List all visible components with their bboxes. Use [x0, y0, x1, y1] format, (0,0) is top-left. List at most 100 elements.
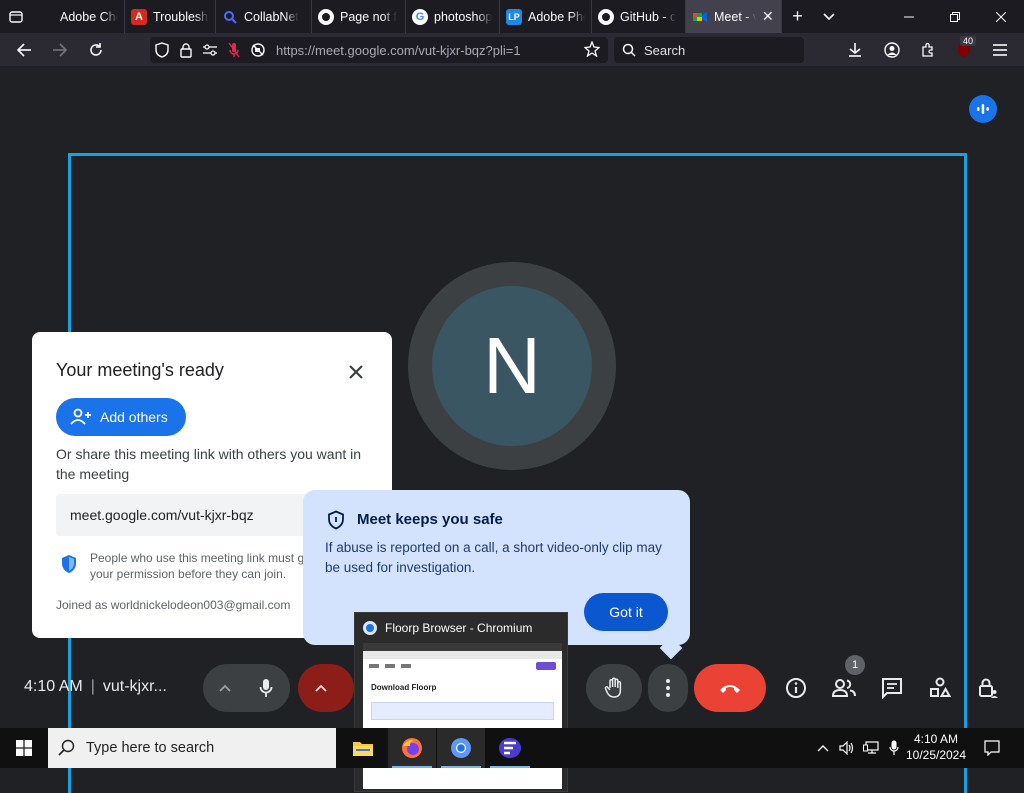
account-button[interactable]: [875, 33, 909, 66]
google-icon: G: [412, 8, 428, 25]
taskbar-search-box[interactable]: Type here to search: [48, 728, 336, 768]
tab-github[interactable]: GitHub - c: [592, 0, 686, 33]
more-options-button[interactable]: [648, 666, 688, 710]
thumb-heading: Download Floorp: [371, 683, 437, 692]
microphone-muted-icon[interactable]: [222, 37, 246, 63]
hand-icon: [604, 677, 622, 698]
tab-collabnet[interactable]: CollabNet: [216, 0, 312, 33]
microphone-in-use-button[interactable]: [884, 728, 904, 768]
show-hidden-icons-button[interactable]: [812, 728, 834, 768]
add-others-label: Add others: [100, 409, 168, 425]
host-controls-button[interactable]: [974, 674, 1002, 702]
taskbar-clock[interactable]: 4:10 AM 10/25/2024: [904, 731, 968, 763]
permissions-icon[interactable]: [198, 37, 222, 63]
people-count-badge: 1: [845, 655, 865, 675]
popup-body: If abuse is reported on a call, a short …: [325, 540, 662, 575]
arrow-right-icon: [53, 42, 68, 57]
close-tab-icon[interactable]: ✕: [762, 8, 774, 25]
speaker-icon: [839, 741, 854, 755]
shield-icon: [62, 555, 76, 573]
forward-button[interactable]: [42, 33, 78, 66]
meeting-time: 4:10 AM: [24, 678, 83, 695]
thumb-addressbar: [363, 651, 562, 659]
firefox-view-icon: [38, 9, 54, 25]
volume-button[interactable]: [836, 728, 858, 768]
minimize-button[interactable]: [886, 0, 932, 33]
notifications-button[interactable]: [976, 728, 1008, 768]
restore-button[interactable]: [932, 0, 978, 33]
search-placeholder: Search: [644, 42, 686, 58]
info-icon: [786, 678, 806, 698]
chevron-down-icon: [822, 12, 835, 20]
floorp-icon: [499, 738, 521, 758]
tab-meet[interactable]: Meet - v ✕: [686, 0, 782, 33]
menu-button[interactable]: [983, 33, 1017, 66]
tab-troubleshoot[interactable]: A Troublesho: [125, 0, 216, 33]
camera-blocked-icon[interactable]: [246, 37, 270, 63]
taskbar-search-placeholder: Type here to search: [86, 740, 215, 756]
thumb-notice-box: [371, 702, 554, 720]
search-bar[interactable]: Search: [614, 37, 804, 63]
clock-date: 10/25/2024: [905, 748, 967, 762]
lock-icon[interactable]: [174, 37, 198, 63]
dialog-title: Your meeting's ready: [56, 360, 224, 380]
meet-stage: N Your meeting's ready Add others Or sha…: [0, 66, 1024, 793]
hamburger-icon: [993, 43, 1007, 56]
floorp-app[interactable]: [486, 728, 534, 768]
take-notes-button[interactable]: [969, 95, 997, 123]
raise-hand-button[interactable]: [594, 666, 634, 710]
shield-outline-icon: [328, 510, 344, 530]
lock-person-icon: [979, 678, 998, 698]
network-button[interactable]: [860, 728, 882, 768]
new-tab-button[interactable]: +: [782, 0, 813, 33]
firefox-icon: [402, 738, 422, 758]
chromium-icon: [451, 738, 471, 758]
audio-options-button[interactable]: [205, 666, 245, 710]
joined-as-text: Joined as worldnickelodeon003@gmail.com: [56, 598, 291, 612]
firefox-app[interactable]: [388, 728, 436, 768]
start-button[interactable]: [0, 728, 48, 768]
back-button[interactable]: [6, 33, 42, 66]
hang-up-icon: [720, 685, 740, 693]
bookmark-star-icon[interactable]: [583, 40, 601, 62]
tab-page-not-found[interactable]: Page not f: [312, 0, 406, 33]
account-icon: [884, 41, 900, 58]
chromium-app[interactable]: [437, 728, 485, 768]
got-it-label: Got it: [609, 604, 643, 620]
search-icon: [222, 9, 238, 25]
meet-icon: [692, 9, 708, 25]
url-bar[interactable]: https://meet.google.com/vut-kjxr-bqz?pli…: [150, 37, 608, 63]
chat-icon: [882, 678, 902, 699]
add-others-button[interactable]: Add others: [56, 398, 186, 436]
ublock-extension-button[interactable]: 40: [947, 33, 981, 66]
chat-button[interactable]: [878, 674, 906, 702]
close-window-button[interactable]: [978, 0, 1024, 33]
tracking-protection-icon[interactable]: [150, 37, 174, 63]
tab-photoshop[interactable]: G photoshop: [406, 0, 500, 33]
close-dialog-button[interactable]: [344, 360, 368, 384]
leave-call-button[interactable]: [694, 664, 766, 712]
got-it-button[interactable]: Got it: [584, 593, 668, 631]
lp-icon: LP: [506, 8, 522, 25]
chevron-up-icon: [315, 684, 327, 692]
github-icon: [318, 8, 334, 25]
participant-avatar: N: [432, 286, 592, 446]
meeting-info: 4:10 AM | vut-kjxr...: [24, 678, 167, 696]
activities-button[interactable]: [926, 674, 954, 702]
microphone-button[interactable]: [246, 666, 286, 710]
chevron-up-icon: [219, 684, 231, 692]
minimize-icon: [904, 16, 914, 17]
reload-button[interactable]: [78, 33, 114, 66]
downloads-button[interactable]: [838, 33, 872, 66]
people-button[interactable]: [830, 674, 858, 702]
extensions-button[interactable]: [911, 33, 945, 66]
file-explorer-app[interactable]: [339, 728, 387, 768]
reload-icon: [90, 42, 102, 56]
tab-adobe-checkout[interactable]: Adobe Checko: [32, 0, 125, 33]
video-options-button[interactable]: [301, 666, 341, 710]
list-all-tabs-button[interactable]: [813, 0, 844, 33]
firefox-view-button[interactable]: [0, 0, 32, 33]
tab-adobe-photoshop[interactable]: LP Adobe Pho: [500, 0, 592, 33]
meeting-details-button[interactable]: [782, 674, 810, 702]
extension-badge: 40: [960, 36, 977, 46]
